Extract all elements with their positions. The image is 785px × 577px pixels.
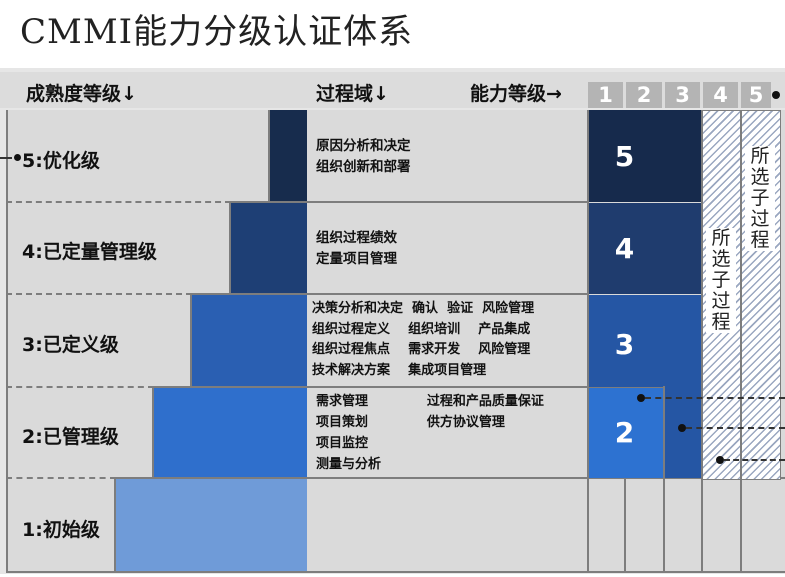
process-areas-level-2: 需求管理 过程和产品质量保证 项目策划 供方协议管理 项目监控 测量与分析 <box>316 394 544 472</box>
connector-line-3 <box>686 427 785 429</box>
level5-bar <box>270 110 307 202</box>
level4-hatch-topcover <box>703 110 740 202</box>
maturity-level-heading: 成熟度等级↓ <box>26 83 137 105</box>
maturity-level-4-label: 4:已定量管理级 <box>22 241 157 263</box>
row-divider <box>6 201 231 203</box>
process-areas-level-3: 决策分析和决定 确认 验证 风险管理 组织过程定义 组织培训 产品集成 组织过程… <box>312 301 535 378</box>
connector-bullet-3 <box>678 424 686 432</box>
page-title: CMMI能力分级认证体系 <box>20 12 414 52</box>
frame-left <box>6 110 8 572</box>
capability-level-heading: 能力等级→ <box>470 83 562 105</box>
level4-bar <box>231 203 307 294</box>
capability-level-3: 3 <box>665 82 700 108</box>
pa-divider <box>192 293 587 295</box>
pa-divider <box>231 201 587 203</box>
cap-col-line <box>701 110 703 572</box>
capability-block-3-lower <box>664 387 701 478</box>
cap-col-line <box>587 110 589 572</box>
row-divider <box>6 477 116 479</box>
level5-dash <box>0 157 12 159</box>
maturity-level-2-label: 2:已管理级 <box>22 426 119 448</box>
step-outline <box>152 387 154 478</box>
capability-level-4: 4 <box>703 82 738 108</box>
frame-bottom <box>6 571 785 573</box>
process-areas-level-5: 原因分析和决定 组织创新和部署 <box>316 138 411 175</box>
cap-col-line <box>624 478 626 572</box>
cap-col-line <box>740 110 742 572</box>
maturity-level-1-label: 1:初始级 <box>22 519 100 541</box>
selected-process-label-4: 所 选 子 过 程 <box>706 228 736 333</box>
connector-bullet-4 <box>716 456 724 464</box>
process-areas-level-4: 组织过程绩效 定量项目管理 <box>316 230 397 267</box>
process-area-heading: 过程域↓ <box>316 83 389 105</box>
step-outline <box>190 294 192 387</box>
step-outline <box>229 202 231 294</box>
connector-line-2 <box>645 397 785 399</box>
header-bullet <box>772 91 780 99</box>
level2-bar <box>154 388 307 478</box>
capability-level-2: 2 <box>626 82 662 108</box>
capability-level-5: 5 <box>741 82 771 108</box>
cap-col-line <box>663 386 665 572</box>
row-divider <box>6 293 192 295</box>
selected-process-label-5: 所 选 子 过 程 <box>745 146 775 251</box>
capability-value-5: 5 <box>614 140 635 173</box>
capability-value-3: 3 <box>614 328 635 361</box>
connector-bullet-2 <box>637 394 645 402</box>
row-divider <box>6 386 154 388</box>
level3-bar <box>192 295 307 387</box>
capability-value-2: 2 <box>614 416 635 449</box>
maturity-level-5-label: 5:优化级 <box>22 150 100 172</box>
maturity-level-3-label: 3:已定义级 <box>22 334 119 356</box>
capability-value-4: 4 <box>614 232 635 265</box>
step-outline <box>268 110 270 202</box>
step-outline <box>114 478 116 572</box>
connector-line-4 <box>724 459 785 461</box>
level1-bar <box>116 479 307 572</box>
capability-level-1: 1 <box>588 82 623 108</box>
level5-bullet <box>14 154 21 161</box>
